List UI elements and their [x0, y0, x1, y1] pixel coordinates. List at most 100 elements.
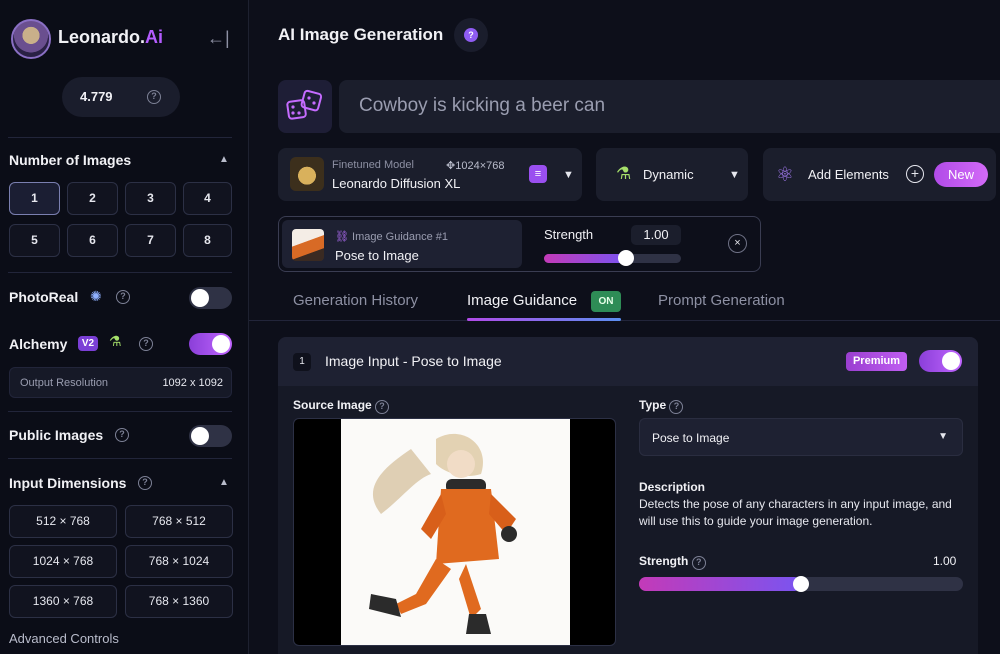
potion-icon: ⚗	[109, 333, 122, 349]
public-images-toggle[interactable]	[189, 425, 232, 447]
guidance-thumbnail	[292, 229, 324, 261]
credits-badge: 4.779 ?	[62, 77, 180, 117]
dimension-512x768[interactable]: 512 × 768	[9, 505, 117, 538]
strength-value: 1.00	[631, 225, 681, 245]
guidance-kicker: ⛓ Image Guidance #1	[335, 230, 448, 243]
chevron-up-icon[interactable]: ▲	[219, 477, 229, 488]
image-count-8[interactable]: 8	[183, 224, 232, 257]
random-prompt-button[interactable]	[278, 80, 332, 133]
type-select-value: Pose to Image	[652, 431, 730, 445]
divider	[8, 411, 232, 412]
chevron-up-icon[interactable]: ▲	[219, 154, 229, 165]
slider-thumb[interactable]	[793, 576, 809, 592]
dimension-768x512[interactable]: 768 × 512	[125, 505, 233, 538]
new-badge[interactable]: New	[934, 162, 988, 187]
style-label: Dynamic	[643, 167, 694, 182]
move-icon: ✥	[446, 160, 456, 172]
dimension-1360x768[interactable]: 1360 × 768	[9, 585, 117, 618]
toggle-knob	[191, 289, 209, 307]
model-name: Leonardo Diffusion XL	[332, 176, 461, 191]
document-icon[interactable]: ≡	[529, 165, 547, 183]
photoreal-toggle[interactable]	[189, 287, 232, 309]
page-title: AI Image Generation	[278, 25, 444, 44]
style-selector[interactable]: ⚗ Dynamic ▼	[596, 148, 748, 201]
image-count-5[interactable]: 5	[9, 224, 60, 257]
slider-fill	[544, 254, 627, 263]
photoreal-label: PhotoReal	[9, 289, 79, 305]
toggle-knob	[212, 335, 230, 353]
prompt-input[interactable]	[359, 94, 979, 118]
brand-suffix: Ai	[145, 27, 164, 47]
elements-selector[interactable]: ⚛ Add Elements + New	[763, 148, 996, 201]
help-icon[interactable]: ?	[138, 476, 152, 490]
toggle-knob	[942, 352, 960, 370]
dimension-768x1024[interactable]: 768 × 1024	[125, 545, 233, 578]
dimension-768x1360[interactable]: 768 × 1360	[125, 585, 233, 618]
model-thumbnail	[290, 157, 324, 191]
help-icon[interactable]: ?	[375, 400, 390, 414]
alchemy-version-badge: V2	[78, 336, 98, 351]
strength-label-text: Strength	[639, 554, 689, 568]
chevron-down-icon: ▼	[729, 169, 740, 181]
step-number: 1	[293, 353, 311, 371]
divider	[8, 137, 232, 138]
image-input-panel: 1 Image Input - Pose to Image Premium So…	[278, 337, 978, 654]
image-count-3[interactable]: 3	[125, 182, 176, 215]
source-image-label: Source Image ?	[293, 398, 390, 414]
guidance-item[interactable]: ⛓ Image Guidance #1 Pose to Image	[282, 220, 522, 268]
strength-slider[interactable]	[639, 576, 963, 592]
source-image	[341, 419, 570, 645]
model-kicker: Finetuned Model	[332, 159, 414, 171]
help-icon[interactable]: ?	[115, 428, 129, 442]
dimension-1024x768[interactable]: 1024 × 768	[9, 545, 117, 578]
type-label-text: Type	[639, 398, 667, 412]
help-icon[interactable]: ?	[139, 337, 153, 351]
image-count-7[interactable]: 7	[125, 224, 176, 257]
divider	[8, 458, 232, 459]
strength-slider[interactable]	[544, 250, 681, 266]
tab-generation-history[interactable]: Generation History	[293, 292, 418, 309]
model-selector[interactable]: Finetuned Model ✥1024×768 Leonardo Diffu…	[278, 148, 582, 201]
image-count-6[interactable]: 6	[67, 224, 118, 257]
tab-prompt-generation[interactable]: Prompt Generation	[658, 292, 785, 309]
slider-fill	[639, 577, 801, 591]
image-count-2[interactable]: 2	[67, 182, 118, 215]
premium-badge: Premium	[846, 352, 907, 371]
tab-image-guidance[interactable]: Image Guidance	[467, 292, 577, 309]
help-icon: ?	[464, 28, 478, 42]
help-icon[interactable]: ?	[669, 400, 684, 414]
plus-icon[interactable]: +	[906, 165, 924, 183]
divider	[8, 272, 232, 273]
alchemy-toggle[interactable]	[189, 333, 232, 355]
image-input-toggle[interactable]	[919, 350, 962, 372]
type-label: Type ?	[639, 398, 684, 414]
help-icon[interactable]: ?	[691, 556, 706, 570]
description-label: Description	[639, 480, 706, 494]
close-icon[interactable]: ×	[728, 234, 747, 253]
brand-name: Leonardo.Ai	[58, 27, 163, 48]
public-images-label: Public Images	[9, 427, 104, 443]
image-count-1[interactable]: 1	[9, 182, 60, 215]
credits-value: 4.779	[80, 89, 113, 104]
atom-icon: ⚛	[776, 164, 794, 186]
advanced-controls-link[interactable]: Advanced Controls	[9, 631, 119, 646]
description-text: Detects the pose of any characters in an…	[639, 497, 952, 528]
slider-thumb[interactable]	[618, 250, 635, 266]
help-icon[interactable]: ?	[147, 90, 161, 104]
collapse-sidebar-icon[interactable]: ←|	[207, 28, 230, 49]
panel-header: 1 Image Input - Pose to Image Premium	[278, 337, 978, 386]
output-resolution-value: 1092 x 1092	[162, 377, 223, 389]
brand-prefix: Leonardo.	[58, 27, 146, 47]
model-dimensions: ✥1024×768	[446, 159, 504, 172]
link-icon: ⛓	[335, 231, 353, 243]
avatar-logo	[11, 19, 51, 59]
divider	[249, 320, 1000, 321]
number-of-images-title: Number of Images	[9, 152, 132, 168]
alchemy-label: Alchemy	[9, 336, 68, 352]
image-count-4[interactable]: 4	[183, 182, 232, 215]
type-select[interactable]: Pose to Image ▼	[639, 418, 963, 456]
help-icon[interactable]: ?	[116, 290, 130, 304]
source-image-dropzone[interactable]	[293, 418, 616, 646]
help-button[interactable]: ?	[454, 18, 488, 52]
add-elements-label: Add Elements	[808, 167, 889, 182]
